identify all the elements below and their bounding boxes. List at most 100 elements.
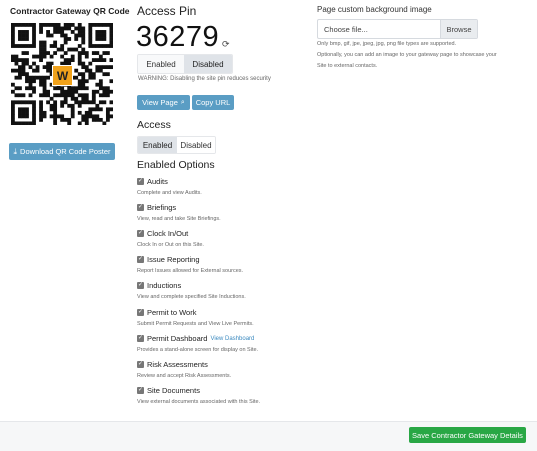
qr-module	[32, 37, 36, 41]
qr-module	[70, 110, 75, 115]
pin-enabled-option[interactable]: Enabled	[138, 55, 184, 73]
qr-module	[102, 86, 107, 91]
qr-module	[21, 30, 26, 34]
qr-module	[11, 89, 15, 94]
qr-module	[42, 89, 47, 94]
qr-module	[14, 44, 19, 48]
save-contractor-gateway-button[interactable]: Save Contractor Gateway Details	[409, 427, 526, 443]
qr-module	[95, 114, 100, 119]
qr-module	[11, 37, 15, 41]
qr-module	[67, 93, 72, 98]
qr-module	[11, 121, 15, 126]
qr-module	[11, 117, 15, 122]
copy-url-button[interactable]: Copy URL	[192, 95, 234, 110]
qr-module	[102, 23, 107, 27]
qr-module	[53, 100, 58, 105]
file-input-placeholder[interactable]: Choose file...	[318, 20, 440, 38]
option-permit-to-work: ✓ Permit to Work	[137, 308, 196, 317]
qr-module	[21, 58, 26, 62]
qr-module	[74, 86, 79, 91]
qr-module	[81, 26, 86, 31]
view-page-button[interactable]: View Page ⌕	[137, 95, 190, 110]
qr-module	[60, 26, 65, 31]
browse-button[interactable]: Browse	[440, 20, 477, 38]
option-site-documents: ✓ Site Documents	[137, 386, 200, 395]
qr-module	[77, 23, 82, 27]
checkbox-inductions[interactable]: ✓	[137, 282, 144, 289]
option-risk-assessments: ✓ Risk Assessments	[137, 360, 208, 369]
qr-module	[60, 30, 65, 34]
qr-module	[42, 40, 47, 45]
checkbox-risk-assessments[interactable]: ✓	[137, 361, 144, 368]
file-type-hint: Only bmp, gif, jpe, jpeg, jpg, png file …	[317, 41, 457, 47]
qr-module	[25, 110, 29, 115]
pin-disabled-option[interactable]: Disabled	[184, 55, 232, 73]
qr-module	[42, 86, 47, 91]
qr-module	[98, 54, 103, 59]
access-enabled-option[interactable]: Enabled	[138, 137, 177, 153]
qr-module	[46, 93, 50, 98]
download-qr-poster-label: Download QR Code Poster	[20, 147, 111, 156]
qr-module	[105, 114, 110, 119]
qr-module	[95, 68, 100, 73]
qr-code-title: Contractor Gateway QR Code	[10, 6, 130, 16]
qr-module	[74, 89, 79, 94]
qr-module	[98, 58, 103, 62]
qr-module	[11, 33, 15, 38]
qr-logo-letter: W	[56, 68, 69, 83]
qr-module	[53, 40, 58, 45]
download-qr-poster-button[interactable]: ⤓ Download QR Code Poster	[9, 143, 115, 160]
qr-module	[95, 23, 100, 27]
qr-module	[21, 33, 26, 38]
qr-module	[70, 30, 75, 34]
qr-module	[32, 117, 36, 122]
view-page-label: View Page	[142, 98, 178, 107]
qr-module	[70, 114, 75, 119]
qr-module	[28, 75, 33, 80]
checkbox-audits[interactable]: ✓	[137, 178, 144, 185]
qr-module	[74, 96, 79, 101]
qr-module	[18, 58, 22, 62]
qr-module	[98, 100, 103, 105]
qr-module	[11, 58, 15, 62]
qr-module	[32, 44, 36, 48]
qr-module	[105, 72, 110, 77]
qr-module	[98, 65, 103, 70]
checkbox-clock-in-out[interactable]: ✓	[137, 230, 144, 237]
qr-module	[98, 23, 103, 27]
qr-module	[88, 114, 93, 119]
checkbox-site-documents[interactable]: ✓	[137, 387, 144, 394]
qr-module	[102, 44, 107, 48]
qr-module	[18, 23, 22, 27]
qr-module	[25, 44, 29, 48]
access-disabled-option[interactable]: Disabled	[177, 137, 215, 153]
option-inductions: ✓ Inductions	[137, 281, 181, 290]
qr-module	[81, 96, 86, 101]
qr-module	[91, 114, 96, 119]
checkbox-issue-reporting[interactable]: ✓	[137, 256, 144, 263]
qr-module	[42, 44, 47, 48]
checkbox-briefings[interactable]: ✓	[137, 204, 144, 211]
qr-module	[81, 82, 86, 87]
qr-module	[91, 117, 96, 122]
qr-module	[63, 23, 68, 27]
refresh-pin-icon[interactable]: ⟳	[222, 39, 230, 50]
view-dashboard-link[interactable]: View Dashboard	[210, 336, 254, 342]
qr-module	[25, 61, 29, 66]
option-site-documents-label: Site Documents	[147, 386, 200, 395]
checkbox-permit-to-work[interactable]: ✓	[137, 309, 144, 316]
qr-module	[81, 30, 86, 34]
qr-module	[81, 33, 86, 38]
qr-module	[60, 44, 65, 48]
background-file-input[interactable]: Choose file... Browse	[317, 19, 478, 39]
qr-module	[28, 44, 33, 48]
qr-module	[77, 121, 82, 126]
qr-module	[56, 86, 61, 91]
qr-module	[18, 44, 22, 48]
qr-module	[53, 107, 58, 112]
qr-module	[39, 110, 43, 115]
qr-module	[18, 100, 22, 105]
checkbox-permit-dashboard[interactable]: ✓	[137, 335, 144, 342]
qr-module	[77, 103, 82, 108]
qr-module	[39, 58, 43, 62]
